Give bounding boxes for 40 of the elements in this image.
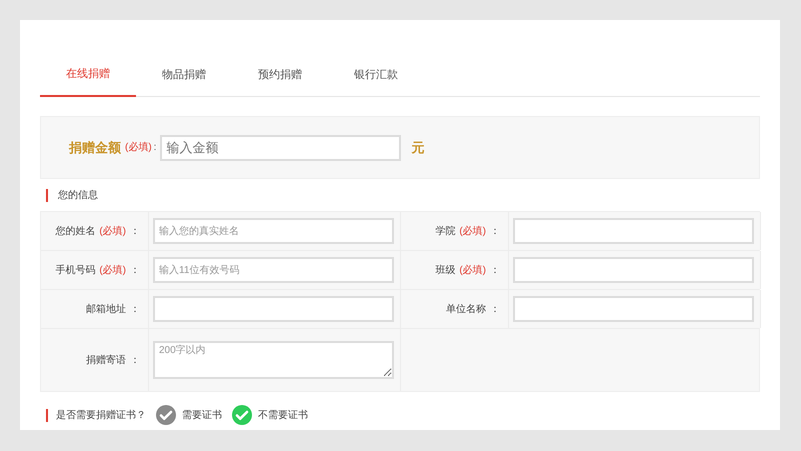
field-label: 手机号码 — [55, 264, 96, 278]
field-label: 邮箱地址 — [86, 302, 126, 316]
field-label: 捐赠寄语 — [86, 354, 126, 368]
colon: ： — [130, 224, 140, 238]
colon: ： — [130, 264, 140, 278]
input-field[interactable] — [513, 296, 754, 322]
option-label[interactable]: 不需要证书 — [258, 408, 308, 422]
colon: ： — [490, 302, 500, 316]
field-label: 学院 — [435, 224, 456, 238]
tab[interactable]: 预约捐赠 — [232, 64, 328, 97]
field-label: 班级 — [435, 264, 456, 278]
check-icon[interactable] — [232, 405, 252, 425]
option-label[interactable]: 需要证书 — [182, 408, 222, 422]
amount-field[interactable]: 输入金额 — [160, 134, 402, 160]
required-note: (必填) — [99, 264, 126, 278]
colon: ： — [490, 264, 500, 278]
field-label: 您的姓名 — [55, 224, 96, 238]
colon: : — [154, 141, 156, 155]
colon: ： — [130, 302, 140, 316]
input-field[interactable] — [513, 218, 754, 244]
colon: ： — [130, 354, 140, 368]
amount-label: 捐赠金额 — [69, 138, 121, 157]
tab[interactable]: 物品捐赠 — [136, 64, 232, 97]
check-icon[interactable] — [156, 405, 176, 425]
input-field[interactable]: 输入11位有效号码 — [153, 257, 394, 283]
input-field[interactable] — [513, 257, 754, 283]
unit-label: 元 — [411, 138, 424, 157]
tab[interactable]: 银行汇款 — [328, 64, 424, 97]
input-field[interactable]: 输入您的真实姓名 — [153, 218, 394, 244]
message-field[interactable]: 200字以内 — [153, 341, 394, 379]
required-note: (必填) — [99, 224, 126, 238]
field-label: 单位名称 — [446, 302, 486, 316]
required-note: (必填) — [125, 140, 152, 155]
required-note: (必填) — [459, 264, 486, 278]
input-field[interactable] — [153, 296, 394, 322]
tab[interactable]: 在线捐赠 — [40, 64, 136, 97]
colon: ： — [490, 224, 500, 238]
certificate-question: 是否需要捐赠证书？ — [56, 408, 146, 422]
section-title: 您的信息 — [58, 188, 98, 202]
required-note: (必填) — [459, 224, 486, 238]
